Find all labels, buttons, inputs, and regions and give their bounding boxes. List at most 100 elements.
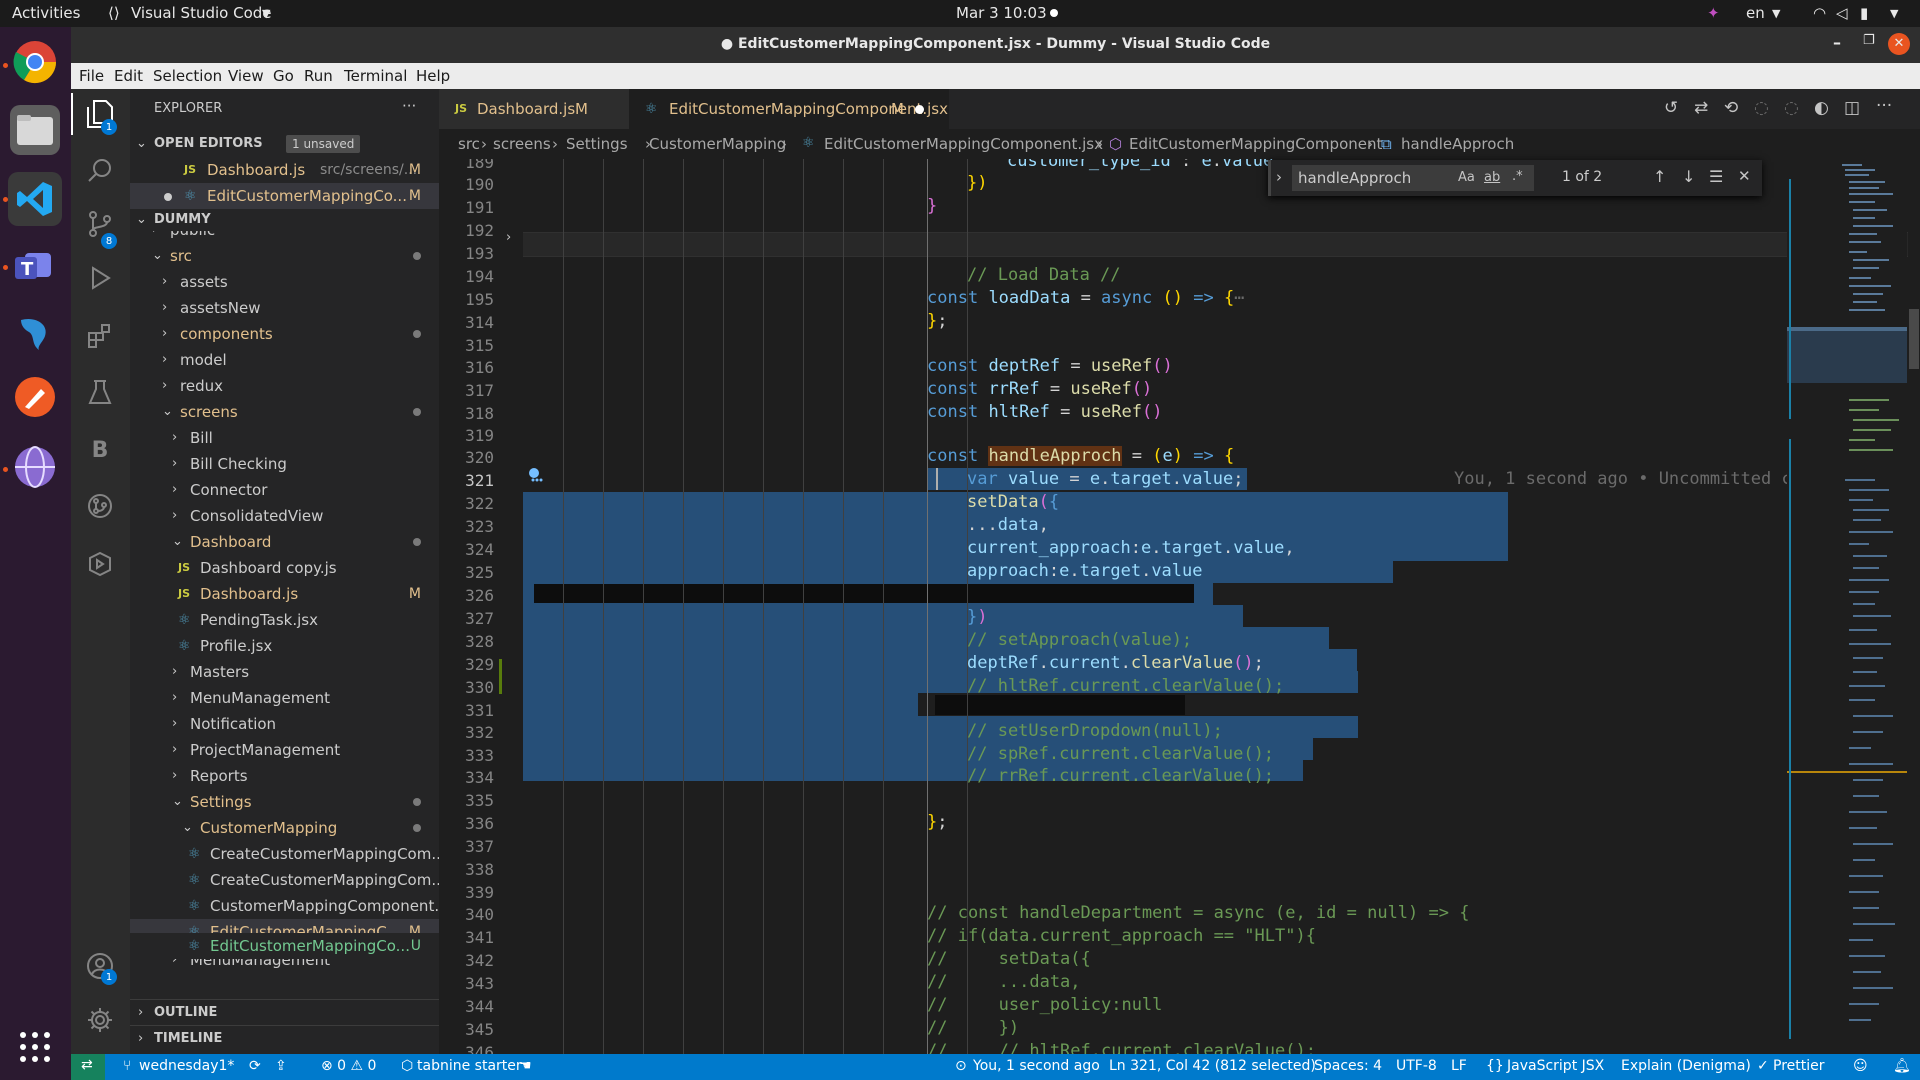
timeline-history-icon[interactable]: ↺ xyxy=(1664,98,1678,118)
menu-help[interactable]: Help xyxy=(416,67,450,85)
match-case-toggle[interactable]: Aa xyxy=(1458,170,1475,185)
menu-edit[interactable]: Edit xyxy=(114,67,143,85)
maximize-icon[interactable]: ❐ xyxy=(1863,33,1875,48)
app-menu[interactable]: Visual Studio Code xyxy=(131,4,272,22)
menu-view[interactable]: View xyxy=(228,67,264,85)
tree-folder[interactable]: › Notification xyxy=(130,711,439,737)
tree-file[interactable]: ⚛ Profile.jsx xyxy=(130,633,439,659)
indentation[interactable]: Spaces: 4 xyxy=(1314,1058,1382,1074)
denigma-explain[interactable]: Explain (Denigma) xyxy=(1621,1058,1751,1074)
tree-folder[interactable]: ⌄ Settings xyxy=(130,789,439,815)
menu-go[interactable]: Go xyxy=(273,67,294,85)
open-editor-item[interactable]: ⚛ EditCustomerMappingCo... M xyxy=(130,183,439,209)
sync-icon[interactable]: ⟳ xyxy=(249,1058,261,1074)
files-app-icon[interactable] xyxy=(10,105,60,155)
tree-folder[interactable]: ⌄ screens xyxy=(130,399,439,425)
testing-icon[interactable] xyxy=(83,375,117,409)
tree-file[interactable]: ⚛ PendingTask.jsx xyxy=(130,607,439,633)
line-ending[interactable]: LF xyxy=(1451,1058,1467,1074)
wifi-icon[interactable]: ◠ xyxy=(1813,4,1826,22)
extensions-icon[interactable] xyxy=(83,319,117,353)
tree-folder[interactable]: › redux xyxy=(130,373,439,399)
previous-change-icon[interactable]: ◌ xyxy=(1754,98,1769,118)
bootstrap-b-icon[interactable]: B xyxy=(83,433,117,467)
minimize-icon[interactable]: – xyxy=(1833,33,1841,52)
tree-folder[interactable]: ⌄ Dashboard xyxy=(130,529,439,555)
tree-file[interactable]: ⚛ CreateCustomerMappingCom... xyxy=(130,867,439,893)
mysql-workbench-app-icon[interactable] xyxy=(10,307,60,357)
more-actions-icon[interactable]: ··· xyxy=(1876,96,1892,116)
vscode-app-icon[interactable] xyxy=(8,172,62,226)
tree-folder[interactable]: › Reports xyxy=(130,763,439,789)
remote-indicator[interactable]: ⇄ xyxy=(71,1054,105,1080)
tree-folder[interactable]: › Connector xyxy=(130,477,439,503)
timeline-header[interactable]: › TIMELINE xyxy=(130,1025,439,1052)
tree-folder[interactable]: › MenuManagement xyxy=(130,685,439,711)
code-action-lightbulb-icon[interactable] xyxy=(526,466,544,484)
breadcrumb-item[interactable]: Settings xyxy=(566,135,628,153)
language-mode[interactable]: JavaScript JSX xyxy=(1507,1058,1604,1074)
tree-folder[interactable]: ⌄ CustomerMapping xyxy=(130,815,439,841)
tree-folder[interactable]: › ProjectManagement xyxy=(130,737,439,763)
compare-changes-icon[interactable]: ⇄ xyxy=(1694,98,1708,118)
system-menu-arrow-icon[interactable]: ▼ xyxy=(1890,7,1898,20)
minimap[interactable] xyxy=(1787,159,1907,1054)
close-window-icon[interactable]: ✕ xyxy=(1888,33,1910,55)
menu-file[interactable]: File xyxy=(79,67,104,85)
go-back-icon[interactable]: ⟲ xyxy=(1724,98,1738,118)
git-graph-icon[interactable] xyxy=(83,489,117,523)
branch-name[interactable]: wednesday1* xyxy=(139,1058,234,1074)
show-applications-icon[interactable] xyxy=(10,1022,60,1072)
menu-terminal[interactable]: Terminal xyxy=(344,67,407,85)
tree-folder[interactable]: › ConsolidatedView xyxy=(130,503,439,529)
breadcrumb-item[interactable]: src xyxy=(458,135,480,153)
window-title-bar[interactable]: ● EditCustomerMappingComponent.jsx - Dum… xyxy=(71,27,1920,63)
breadcrumb-item[interactable]: handleApproch xyxy=(1401,135,1514,153)
breadcrumb-item[interactable]: screens xyxy=(493,135,551,153)
open-editor-item[interactable]: JS Dashboard.js src/screens/... M xyxy=(130,157,439,183)
find-input[interactable]: handleApproch Aa ab .* xyxy=(1292,165,1534,191)
menu-selection[interactable]: Selection xyxy=(153,67,222,85)
open-editors-header[interactable]: ⌄ OPEN EDITORS 1 unsaved xyxy=(130,131,439,157)
open-preview-icon[interactable]: ◐ xyxy=(1814,98,1829,118)
manage-gear-icon[interactable] xyxy=(83,1003,117,1037)
tree-folder[interactable]: › model xyxy=(130,347,439,373)
teams-app-icon[interactable]: T xyxy=(10,240,60,290)
prettier-status[interactable]: Prettier xyxy=(1773,1058,1825,1074)
git-blame-status[interactable]: You, 1 second ago xyxy=(973,1058,1100,1074)
fold-chevron-icon[interactable]: › xyxy=(506,230,511,245)
menu-run[interactable]: Run xyxy=(304,67,333,85)
unsaved-dot-icon[interactable] xyxy=(915,105,924,114)
search-icon[interactable] xyxy=(83,153,117,187)
tree-folder[interactable]: › MenuManagement xyxy=(130,959,439,971)
tree-file[interactable]: JS Dashboard.js M xyxy=(130,581,439,607)
code-editor[interactable]: › 189 190 191 192 193 194 195 314 315 316 317 318 31… xyxy=(439,159,1920,1054)
breadcrumb-item[interactable]: EditCustomerMappingComponent.jsx xyxy=(824,135,1103,153)
tree-folder[interactable]: › Masters xyxy=(130,659,439,685)
encoding[interactable]: UTF-8 xyxy=(1396,1058,1437,1074)
tree-folder[interactable]: › assetsNew xyxy=(130,295,439,321)
tree-folder[interactable]: ⌄ src xyxy=(130,243,439,269)
battery-icon[interactable]: ▮ xyxy=(1860,4,1868,22)
tree-file-selected[interactable]: ⚛ EditCustomerMappingC... M xyxy=(130,919,439,933)
tree-folder[interactable]: › public xyxy=(130,231,439,243)
match-whole-word-toggle[interactable]: ab xyxy=(1484,170,1500,185)
breadcrumb-item[interactable]: EditCustomerMappingComponent xyxy=(1129,135,1382,153)
next-match-icon[interactable]: ↓ xyxy=(1682,167,1695,186)
vertical-scrollbar[interactable] xyxy=(1908,159,1920,1054)
tree-file[interactable]: ⚛ EditCustomerMappingCo... U xyxy=(130,933,439,959)
remote-explorer-icon[interactable] xyxy=(83,547,117,581)
publish-icon[interactable]: ⇪ xyxy=(275,1058,287,1074)
clock[interactable]: Mar 3 10:03 xyxy=(956,4,1047,22)
browser-globe-app-icon[interactable] xyxy=(10,442,60,492)
more-actions-icon[interactable]: ··· xyxy=(402,97,416,115)
outline-header[interactable]: › OUTLINE xyxy=(130,999,439,1026)
previous-match-icon[interactable]: ↑ xyxy=(1653,167,1666,186)
tree-file[interactable]: ⚛ CreateCustomerMappingCom... xyxy=(130,841,439,867)
language-indicator[interactable]: en xyxy=(1746,4,1765,22)
activities-button[interactable]: Activities xyxy=(12,4,80,22)
next-change-icon[interactable]: ◌ xyxy=(1784,98,1799,118)
tree-file[interactable]: ⚛ CustomerMappingComponent... xyxy=(130,893,439,919)
breadcrumb-item[interactable]: CustomerMapping xyxy=(649,135,786,153)
tree-folder[interactable]: › components xyxy=(130,321,439,347)
